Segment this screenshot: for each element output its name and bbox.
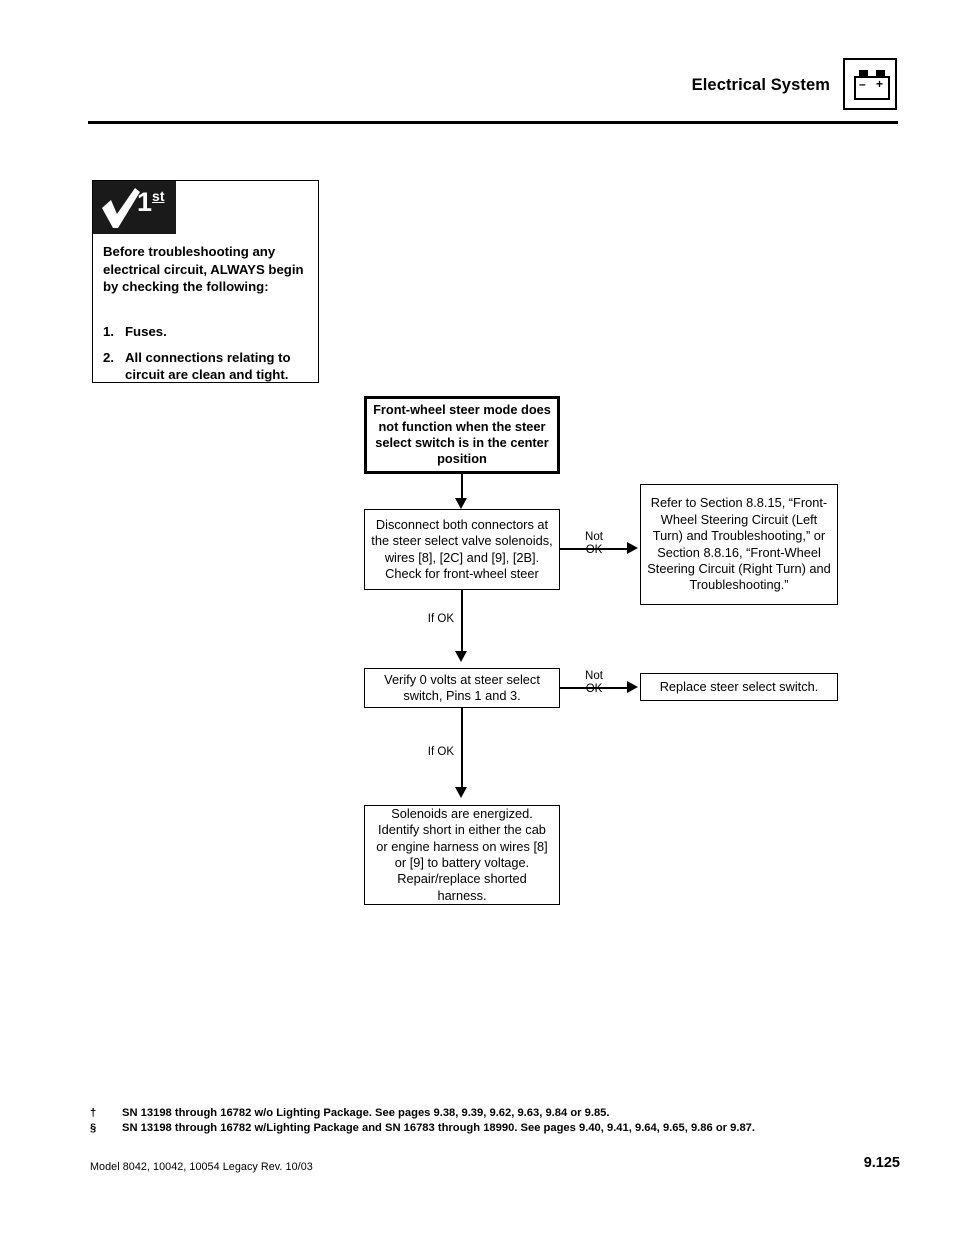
- battery-icon: – +: [843, 58, 897, 110]
- edge-label-not-ok: Not OK: [585, 531, 603, 556]
- flowchart-box-solenoid: Solenoids are energized. Identify short …: [364, 805, 560, 905]
- flowchart-box-verify: Verify 0 volts at steer select switch, P…: [364, 668, 560, 708]
- footer-page-number: 9.125: [863, 1155, 900, 1171]
- flowchart-box-replace: Replace steer select switch.: [640, 673, 838, 701]
- arrow-right-icon: [627, 542, 638, 554]
- first-ordinal-label: 1st: [137, 187, 164, 217]
- first-ordinal-suffix: st: [152, 188, 165, 204]
- battery-plus-sign: +: [876, 77, 884, 91]
- footnote-text: SN 13198 through 16782 w/Lighting Packag…: [122, 1122, 756, 1134]
- footnote-row: † SN 13198 through 16782 w/o Lighting Pa…: [90, 1106, 902, 1121]
- footnote-row: § SN 13198 through 16782 w/Lighting Pack…: [90, 1121, 902, 1136]
- flowchart-box-refer: Refer to Section 8.8.15, “Front-Wheel St…: [640, 484, 838, 605]
- check-first-intro: Before troubleshooting any electrical ci…: [103, 244, 304, 294]
- check-first-badge: 1st: [93, 181, 176, 234]
- footnote-marker-dagger: †: [90, 1107, 97, 1119]
- flowchart-box-start: Front-wheel steer mode does not function…: [364, 396, 560, 474]
- footnote-text: SN 13198 through 16782 w/o Lighting Pack…: [122, 1107, 610, 1119]
- edge-label-if-ok: If OK: [427, 746, 454, 758]
- arrow-down-icon: [455, 787, 467, 798]
- check-first-list: 1. Fuses. 2. All connections relating to…: [103, 323, 313, 392]
- footer-model-line: Model 8042, 10042, 10054 Legacy Rev. 10/…: [90, 1161, 313, 1173]
- manual-page: Electrical System – + 1st Before trouble…: [0, 0, 954, 1235]
- footnotes: † SN 13198 through 16782 w/o Lighting Pa…: [90, 1106, 902, 1136]
- check-icon: [102, 188, 140, 228]
- flowchart-box-disconnect: Disconnect both connectors at the steer …: [364, 509, 560, 590]
- connector-line-disconnect-to-verify: [461, 590, 463, 653]
- check-first-callout: 1st Before troubleshooting any electrica…: [92, 180, 319, 383]
- list-item-number: 2.: [103, 349, 114, 365]
- first-ordinal-number: 1: [137, 187, 153, 217]
- footnote-marker-section: §: [90, 1122, 97, 1134]
- arrow-right-icon: [627, 681, 638, 693]
- list-item: 2. All connections relating to circuit a…: [103, 349, 313, 384]
- list-item: 1. Fuses.: [103, 323, 313, 341]
- arrow-down-icon: [455, 651, 467, 662]
- page-title: Electrical System: [691, 76, 830, 94]
- arrow-down-icon: [455, 498, 467, 509]
- connector-line-start-to-disconnect: [461, 474, 463, 501]
- battery-minus-sign: –: [859, 77, 866, 91]
- list-item-label: All connections relating to circuit are …: [125, 349, 291, 383]
- header-divider: [88, 121, 898, 124]
- list-item-label: Fuses.: [125, 324, 167, 339]
- connector-line-verify-to-solenoid: [461, 708, 463, 789]
- list-item-number: 1.: [103, 324, 114, 339]
- edge-label-if-ok: If OK: [427, 613, 454, 625]
- edge-label-not-ok: Not OK: [585, 670, 603, 695]
